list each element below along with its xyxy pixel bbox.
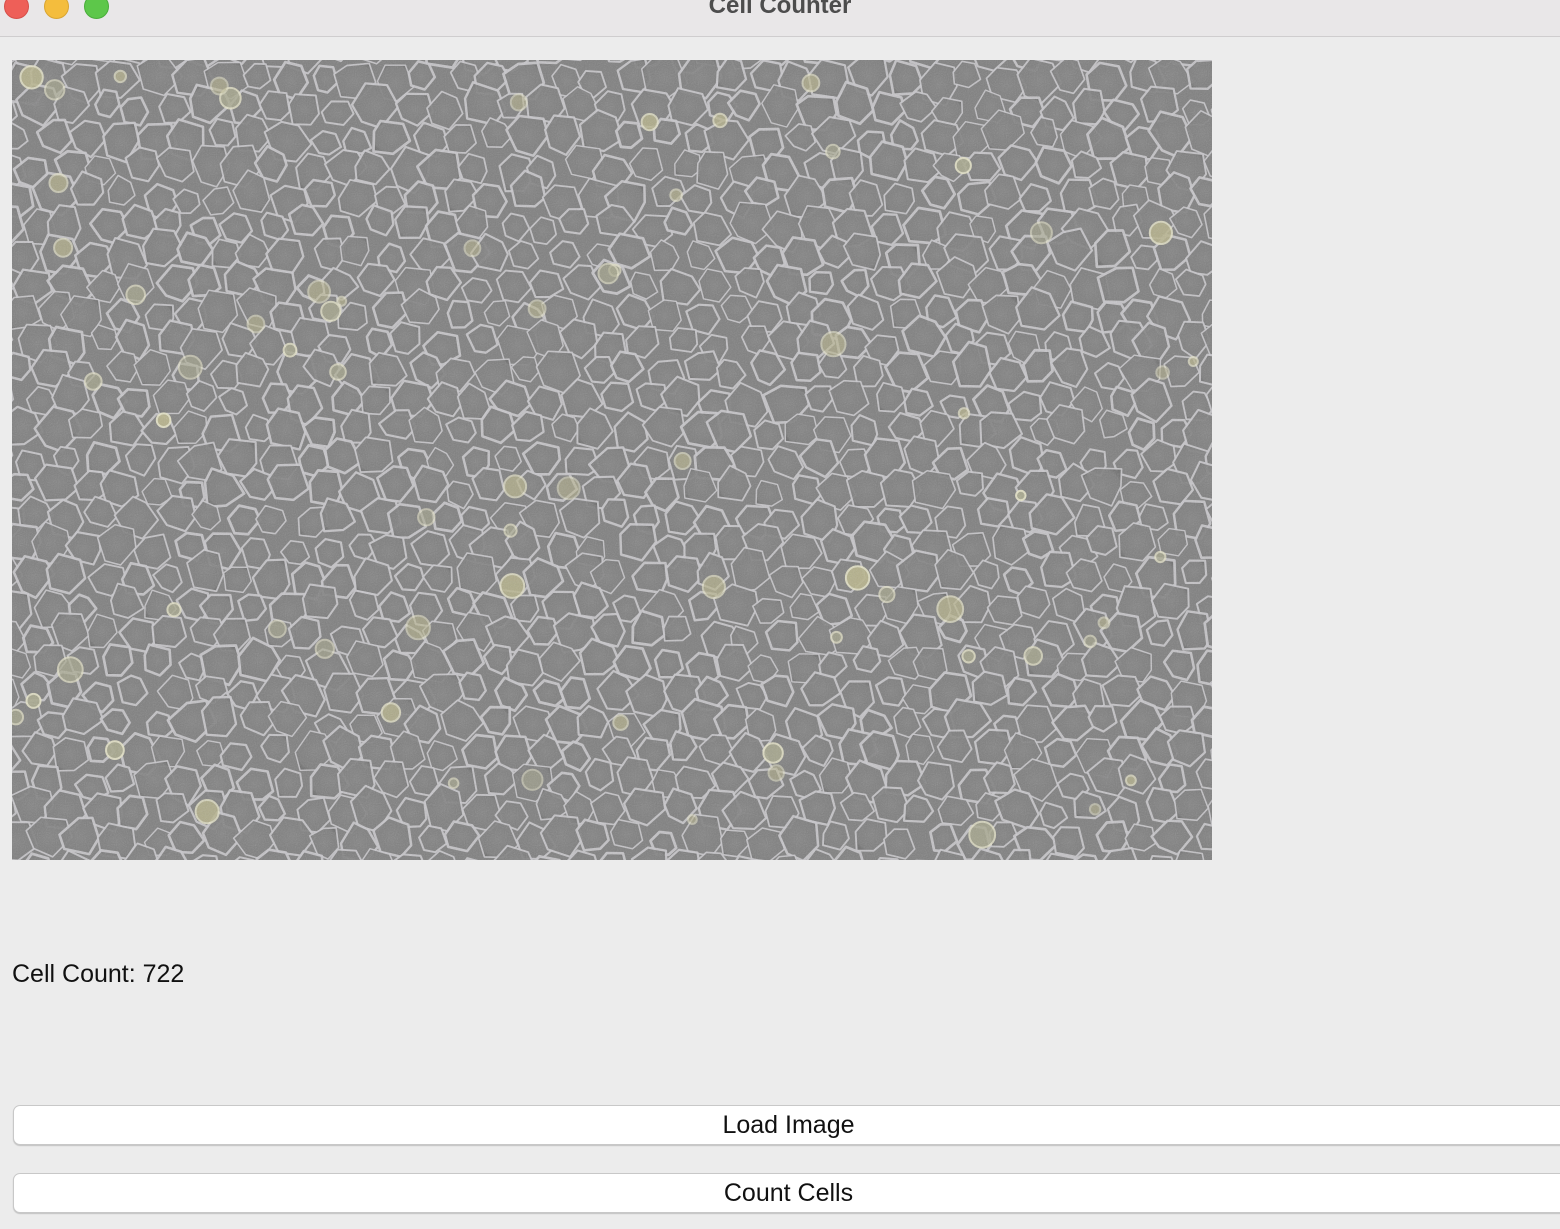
app-window: Cell Counter Cell Count: 722 Load Image … xyxy=(0,0,1560,1229)
count-cells-button[interactable]: Count Cells xyxy=(13,1173,1560,1213)
title-bar: Cell Counter xyxy=(0,0,1560,37)
load-image-label: Load Image xyxy=(722,1111,855,1139)
count-cells-label: Count Cells xyxy=(723,1179,854,1207)
window-title: Cell Counter xyxy=(708,0,852,19)
micrograph-image xyxy=(12,60,1212,860)
load-image-button[interactable]: Load Image xyxy=(13,1105,1560,1145)
cell-count-label: Cell Count: 722 xyxy=(12,960,185,988)
cell-image xyxy=(12,60,1212,860)
